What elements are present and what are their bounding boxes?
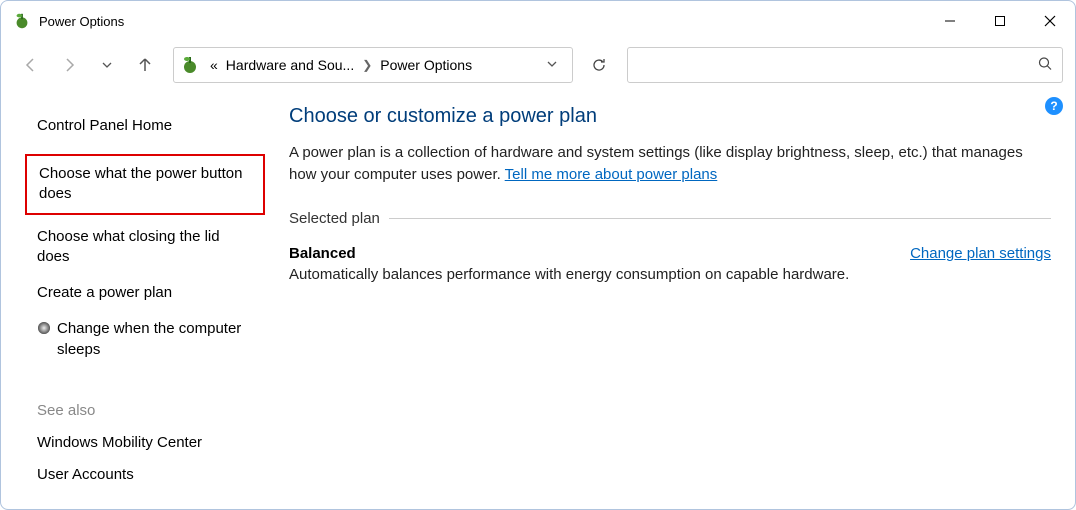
search-icon[interactable] <box>1038 57 1052 74</box>
plan-row: Balanced Change plan settings <box>289 245 1051 262</box>
up-button[interactable] <box>127 47 163 83</box>
sidebar-link-sleep-label: Change when the computer sleeps <box>57 319 253 360</box>
control-panel-home-link[interactable]: Control Panel Home <box>25 113 265 138</box>
content-area: ? Control Panel Home Choose what the pow… <box>1 89 1075 509</box>
address-icon <box>180 55 200 75</box>
change-plan-settings-link[interactable]: Change plan settings <box>910 245 1051 262</box>
see-also-accounts[interactable]: User Accounts <box>25 459 265 491</box>
back-button[interactable] <box>13 47 49 83</box>
sidebar-link-create-plan[interactable]: Create a power plan <box>25 277 265 309</box>
section-heading: Selected plan <box>289 210 1051 227</box>
maximize-button[interactable] <box>975 1 1025 41</box>
chevron-right-icon[interactable]: ❯ <box>358 58 376 72</box>
page-description: A power plan is a collection of hardware… <box>289 142 1051 186</box>
learn-more-link[interactable]: Tell me more about power plans <box>505 166 718 183</box>
window-title: Power Options <box>39 14 124 29</box>
recent-dropdown[interactable] <box>89 47 125 83</box>
address-dropdown[interactable] <box>538 58 566 73</box>
search-bar[interactable] <box>627 47 1063 83</box>
main-panel: Choose or customize a power plan A power… <box>265 105 1051 509</box>
breadcrumb-prefix[interactable]: « <box>206 57 222 73</box>
sleep-icon <box>37 321 51 335</box>
nav-bar: « Hardware and Sou... ❯ Power Options <box>1 41 1075 89</box>
search-input[interactable] <box>628 48 1062 82</box>
breadcrumb-parent[interactable]: Hardware and Sou... <box>222 57 358 73</box>
minimize-button[interactable] <box>925 1 975 41</box>
sidebar-link-power-button[interactable]: Choose what the power button does <box>25 154 265 215</box>
close-button[interactable] <box>1025 1 1075 41</box>
title-bar: Power Options <box>1 1 1075 41</box>
app-icon <box>13 12 31 30</box>
help-icon[interactable]: ? <box>1045 97 1063 115</box>
breadcrumb-current[interactable]: Power Options <box>376 57 476 73</box>
forward-button[interactable] <box>51 47 87 83</box>
see-also-mobility[interactable]: Windows Mobility Center <box>25 427 265 459</box>
plan-name: Balanced <box>289 245 356 262</box>
plan-description: Automatically balances performance with … <box>289 266 1051 283</box>
page-title: Choose or customize a power plan <box>289 105 1051 128</box>
sidebar-link-sleep[interactable]: Change when the computer sleeps <box>25 313 265 366</box>
sidebar-link-close-lid[interactable]: Choose what closing the lid does <box>25 221 265 274</box>
refresh-button[interactable] <box>581 47 617 83</box>
address-bar[interactable]: « Hardware and Sou... ❯ Power Options <box>173 47 573 83</box>
see-also-heading: See also <box>25 398 265 423</box>
sidebar: Control Panel Home Choose what the power… <box>25 105 265 509</box>
